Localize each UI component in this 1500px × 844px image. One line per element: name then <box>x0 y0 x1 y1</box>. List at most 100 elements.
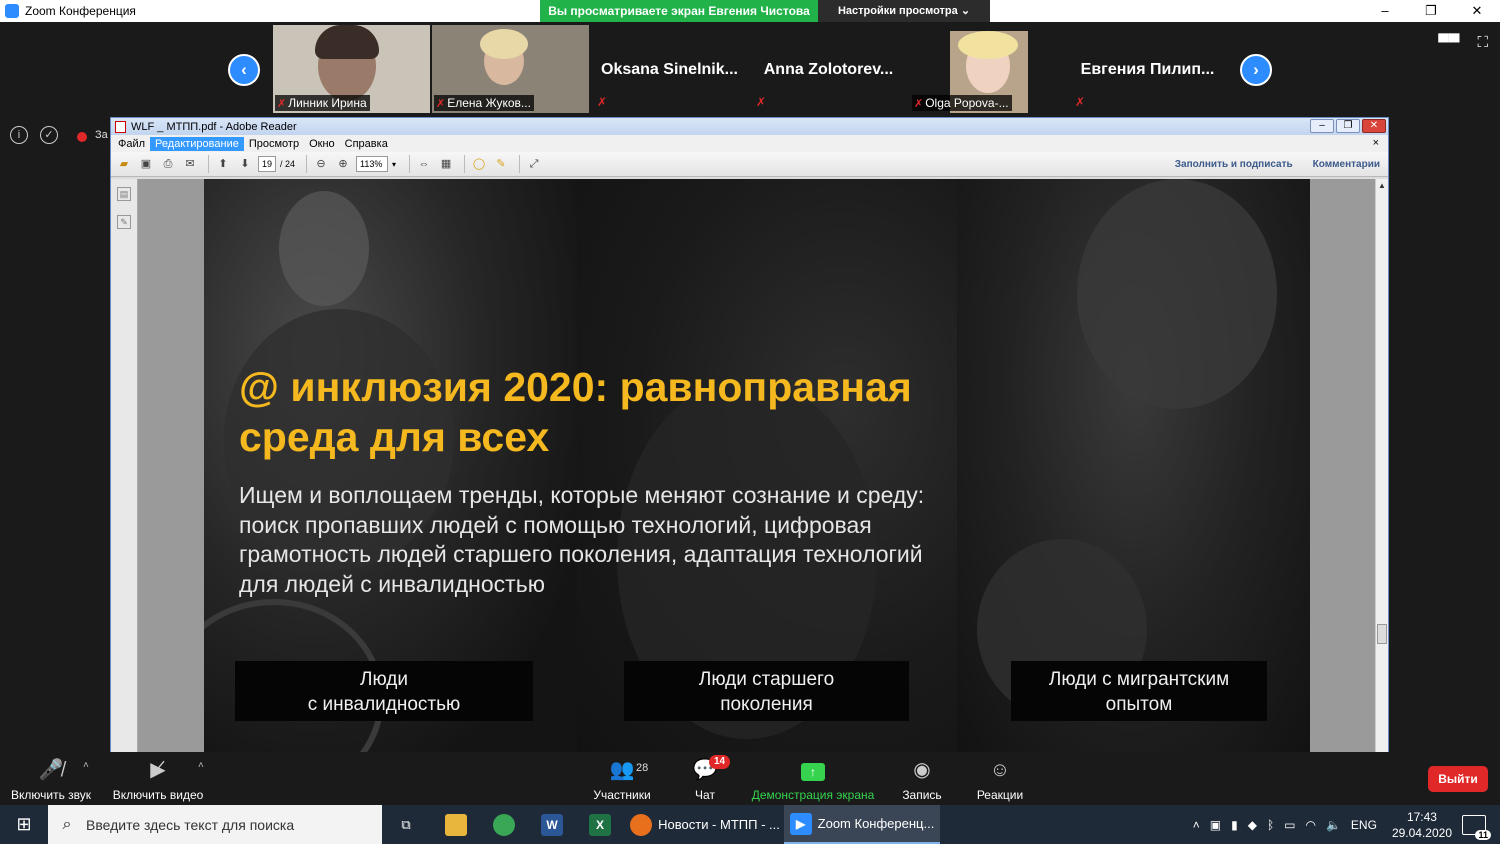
recording-label: За <box>95 129 108 141</box>
meeting-info-icons: i ✓ <box>10 126 58 144</box>
menu-help[interactable]: Справка <box>340 137 393 151</box>
save-icon[interactable]: ▣ <box>137 155 155 173</box>
reactions-button[interactable]: ☺ Реакции <box>971 752 1029 802</box>
fit-page-icon[interactable]: ▦ <box>437 155 455 173</box>
task-view-icon[interactable]: ⧉ <box>386 805 426 844</box>
reader-minimize-button[interactable]: – <box>1310 119 1334 133</box>
previous-page-icon[interactable]: ⬆ <box>214 155 232 173</box>
file-explorer-icon[interactable] <box>434 805 478 844</box>
show-hidden-icons-icon[interactable]: ˄ <box>1193 818 1200 832</box>
taskbar-search-box[interactable]: ⌕ Введите здесь текст для поиска <box>48 805 382 844</box>
notifications-icon[interactable]: 11 <box>1462 814 1491 840</box>
next-page-icon[interactable]: ⬇ <box>236 155 254 173</box>
slide-title: @ инклюзия 2020: равноправная среда для … <box>239 364 912 460</box>
system-tray: ˄ ▣ ▮ ◆ ᛒ ▭ ◠ 🔈 ENG 17:43 29.04.2020 11 <box>1188 805 1500 844</box>
prev-page-arrow-icon[interactable]: ‹ <box>228 54 260 86</box>
reader-restore-button[interactable]: ❐ <box>1336 119 1360 133</box>
participant-tile[interactable]: Anna Zolotorev... ✗ <box>750 25 907 113</box>
zoom-meeting-controls: 🎤̸ Включить звук ˄ ▶̸ Включить видео ˄ 👥… <box>0 752 1500 805</box>
zoom-taskbar-icon: ▶ <box>789 812 812 835</box>
participant-tile[interactable]: Евгения Пилип... ✗ <box>1069 25 1226 113</box>
pdf-slide: @ инклюзия 2020: равноправная среда для … <box>204 179 1310 753</box>
gallery-view-icon[interactable]: ▀▀ <box>1438 34 1459 51</box>
shield-icon[interactable]: ✓ <box>40 126 58 144</box>
reactions-icon: ☺ <box>989 759 1011 781</box>
audio-options-chevron-icon[interactable]: ˄ <box>83 760 89 771</box>
zoom-dropdown-icon[interactable]: ▾ <box>392 160 396 169</box>
language-indicator[interactable]: ENG <box>1351 818 1377 832</box>
print-icon[interactable]: ⎙ <box>159 155 177 173</box>
open-folder-icon[interactable]: ▰ <box>115 155 133 173</box>
zoom-in-icon[interactable]: ⊕ <box>334 155 352 173</box>
navigation-panel: ▤ ✎ <box>111 179 138 753</box>
participant-tile[interactable]: ✗ Линник Ирина <box>273 25 430 113</box>
chrome-icon[interactable] <box>482 805 526 844</box>
maximize-button[interactable]: ❐ <box>1408 0 1454 22</box>
close-document-icon[interactable]: × <box>1368 136 1384 150</box>
attachment-icon[interactable]: ✎ <box>117 215 131 229</box>
volume-icon[interactable]: 🔈 <box>1326 818 1341 832</box>
next-page-arrow-icon[interactable]: › <box>1240 54 1272 86</box>
view-options-button[interactable]: Настройки просмотра ⌄ <box>818 0 990 22</box>
participant-tile[interactable]: ✗ Елена Жуков... <box>432 25 589 113</box>
expand-icon[interactable]: ⤢ <box>525 155 543 173</box>
comments-button[interactable]: Комментарии <box>1313 159 1380 170</box>
mic-muted-icon: ✗ <box>1075 95 1086 109</box>
menu-view[interactable]: Просмотр <box>244 137 304 151</box>
windows-start-icon[interactable]: ⊞ <box>0 805 48 844</box>
participants-button[interactable]: 👥 Участники <box>588 752 656 802</box>
windows-taskbar: ⊞ ⌕ Введите здесь текст для поиска ⧉ W X… <box>0 805 1500 844</box>
slide-category-box: Люди с инвалидностью <box>235 661 533 721</box>
zoom-level-select[interactable]: 113% <box>356 156 389 172</box>
minimize-button[interactable]: – <box>1362 0 1408 22</box>
excel-icon[interactable]: X <box>578 805 622 844</box>
fill-sign-button[interactable]: Заполнить и подписать <box>1175 159 1293 170</box>
taskbar-clock[interactable]: 17:43 29.04.2020 <box>1392 809 1452 841</box>
wifi-icon[interactable]: ◠ <box>1305 818 1315 832</box>
video-options-chevron-icon[interactable]: ˄ <box>198 760 204 771</box>
battery-icon[interactable]: ▭ <box>1284 818 1295 832</box>
menu-edit[interactable]: Редактирование <box>150 136 244 151</box>
share-banner-text: Вы просматриваете экран Евгения Чистова <box>540 0 818 22</box>
participant-name: ✗ Olga Popova-... <box>912 95 1012 111</box>
notifications-count: 11 <box>1475 829 1491 840</box>
share-screen-button[interactable]: ↑ Демонстрация экрана <box>749 752 877 802</box>
microphone-tray-icon[interactable]: ▮ <box>1231 818 1238 832</box>
zoom-out-icon[interactable]: ⊖ <box>312 155 330 173</box>
start-video-button[interactable]: ▶̸ Включить видео <box>108 752 208 802</box>
zoom-titlebar: Zoom Конференция Вы просматриваете экран… <box>0 0 1500 22</box>
taskbar-firefox[interactable]: Новости - МТПП - ... <box>630 805 780 844</box>
menu-window[interactable]: Окно <box>304 137 340 151</box>
scrollbar-thumb[interactable] <box>1377 624 1387 644</box>
unmute-button[interactable]: 🎤̸ Включить звук <box>8 752 94 802</box>
highlight-icon[interactable]: ✎ <box>492 155 510 173</box>
reader-close-button[interactable]: ✕ <box>1362 119 1386 133</box>
fullscreen-icon[interactable]: ⛶ <box>1477 34 1488 51</box>
fit-width-icon[interactable]: ⇔ <box>415 155 433 173</box>
zoom-tray-icon[interactable]: ▣ <box>1210 818 1221 832</box>
record-button[interactable]: ◉ Запись <box>897 752 947 802</box>
bluetooth-icon[interactable]: ᛒ <box>1267 818 1274 832</box>
page-number-input[interactable]: 19 <box>258 156 276 172</box>
scroll-up-icon[interactable]: ▲ <box>1378 181 1386 190</box>
zoom-app-icon <box>5 4 19 18</box>
email-icon[interactable]: ✉ <box>181 155 199 173</box>
chat-unread-badge: 14 <box>709 755 731 769</box>
participant-tile[interactable]: Oksana Sinelnik... ✗ <box>591 25 748 113</box>
close-button[interactable]: ✕ <box>1454 0 1500 22</box>
participant-tile[interactable]: ✗ Olga Popova-... <box>910 25 1067 113</box>
security-tray-icon[interactable]: ◆ <box>1248 818 1257 832</box>
participant-name: Евгения Пилип... <box>1080 61 1215 78</box>
comment-icon[interactable]: ◯ <box>470 155 488 173</box>
menu-file[interactable]: Файл <box>113 137 150 151</box>
adobe-reader-window: WLF _ МТПП.pdf - Adobe Reader – ❐ ✕ Файл… <box>110 117 1389 753</box>
slide-category-box: Люди старшего поколения <box>624 661 909 721</box>
info-icon[interactable]: i <box>10 126 28 144</box>
participant-name: Anna Zolotorev... <box>763 61 894 78</box>
taskbar-zoom[interactable]: ▶ Zoom Конференц... <box>784 805 940 844</box>
leave-meeting-button[interactable]: Выйти <box>1428 766 1488 792</box>
pages-panel-icon[interactable]: ▤ <box>117 187 131 201</box>
participant-name: Oksana Sinelnik... <box>601 61 738 78</box>
word-icon[interactable]: W <box>530 805 574 844</box>
vertical-scrollbar[interactable]: ▲ <box>1375 179 1388 753</box>
